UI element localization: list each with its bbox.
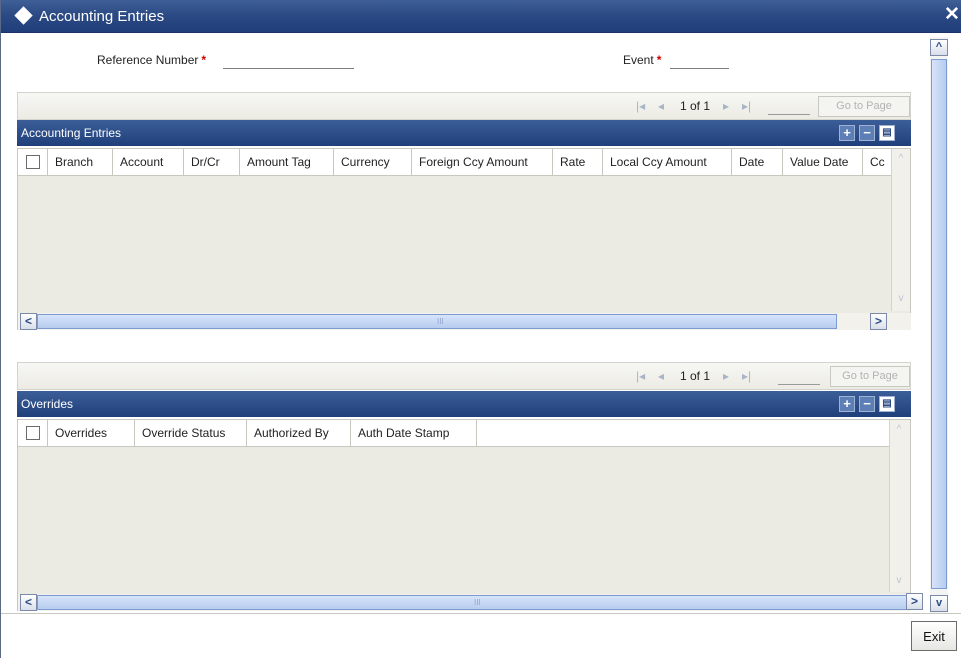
column-header-local-ccy-amount[interactable]: Local Ccy Amount — [603, 149, 732, 176]
page-scroll-down-icon[interactable]: v — [930, 595, 948, 612]
accounting-entries-pager: |◂ ◂ 1 of 1 ▸ ▸| Go to Page — [17, 92, 911, 120]
required-marker: * — [201, 53, 207, 67]
column-header-branch[interactable]: Branch — [48, 149, 113, 176]
event-input[interactable] — [670, 51, 729, 69]
page-indicator: 1 of 1 — [680, 369, 711, 383]
column-header-foreign-ccy-amount[interactable]: Foreign Ccy Amount — [412, 149, 553, 176]
page-number-input[interactable] — [768, 98, 810, 115]
last-page-icon[interactable]: ▸| — [742, 99, 751, 113]
column-header-override-status[interactable]: Override Status — [135, 420, 247, 447]
next-page-icon[interactable]: ▸ — [723, 369, 729, 383]
reference-number-label-text: Reference Number — [97, 53, 199, 67]
grid-title: Overrides — [21, 397, 74, 411]
scroll-down-icon[interactable]: v — [891, 573, 907, 589]
add-row-icon[interactable]: + — [839, 125, 855, 141]
select-all-checkbox[interactable] — [26, 426, 40, 440]
accounting-entries-vertical-scrollbar[interactable]: ^ v — [891, 149, 910, 311]
exit-button[interactable]: Exit — [911, 621, 957, 651]
column-header-date[interactable]: Date — [732, 149, 783, 176]
first-page-icon[interactable]: |◂ — [636, 99, 645, 113]
window-title: Accounting Entries — [39, 8, 165, 25]
last-page-icon[interactable]: ▸| — [742, 369, 751, 383]
horizontal-scroll-thumb[interactable]: III — [37, 314, 837, 329]
page-scroll-up-icon[interactable]: ^ — [930, 39, 948, 56]
footer-bar — [1, 613, 961, 658]
scroll-right-icon[interactable]: > — [906, 593, 923, 610]
column-header-dr-cr[interactable]: Dr/Cr — [184, 149, 240, 176]
overrides-pager: |◂ ◂ 1 of 1 ▸ ▸| Go to Page — [17, 362, 911, 390]
delete-row-icon[interactable]: − — [859, 396, 875, 412]
go-to-page-button[interactable]: Go to Page — [830, 366, 910, 387]
event-label-text: Event — [623, 53, 654, 67]
column-header-row: Overrides Override Status Authorized By … — [18, 420, 889, 447]
previous-page-icon[interactable]: ◂ — [658, 99, 664, 113]
close-icon[interactable]: ✕ — [944, 4, 961, 26]
select-all-checkbox[interactable] — [26, 155, 40, 169]
overrides-grid: Overrides Override Status Authorized By … — [17, 419, 911, 611]
select-all-cell — [18, 149, 48, 176]
overrides-horizontal-scrollbar[interactable]: < III — [18, 594, 911, 611]
column-header-rate[interactable]: Rate — [553, 149, 603, 176]
scroll-up-icon[interactable]: ^ — [891, 422, 907, 438]
column-header-authorized-by[interactable]: Authorized By — [247, 420, 351, 447]
column-header-truncated[interactable]: Cc — [863, 149, 891, 176]
scroll-left-icon[interactable]: < — [20, 594, 37, 611]
select-all-cell — [18, 420, 48, 447]
column-header-amount-tag[interactable]: Amount Tag — [240, 149, 334, 176]
scroll-down-icon[interactable]: v — [893, 291, 909, 307]
accounting-entries-grid: Branch Account Dr/Cr Amount Tag Currency… — [17, 148, 911, 330]
single-view-icon[interactable]: ▤ — [879, 125, 895, 141]
scroll-right-icon[interactable]: > — [870, 313, 887, 330]
column-header-account[interactable]: Account — [113, 149, 184, 176]
overrides-grid-header: Overrides + − ▤ — [17, 391, 911, 417]
go-to-page-button[interactable]: Go to Page — [818, 96, 910, 117]
column-header-row: Branch Account Dr/Cr Amount Tag Currency… — [18, 149, 891, 176]
page-number-input[interactable] — [778, 368, 820, 385]
previous-page-icon[interactable]: ◂ — [658, 369, 664, 383]
column-header-auth-date-stamp[interactable]: Auth Date Stamp — [351, 420, 477, 447]
next-page-icon[interactable]: ▸ — [723, 99, 729, 113]
scroll-up-icon[interactable]: ^ — [893, 151, 909, 167]
scroll-grip: III — [437, 317, 444, 326]
accounting-entries-grid-header: Accounting Entries + − ▤ — [17, 120, 911, 146]
scroll-left-icon[interactable]: < — [20, 313, 37, 330]
grid-title: Accounting Entries — [21, 126, 122, 140]
accounting-entries-window: Accounting Entries ✕ Reference Number * E… — [0, 0, 961, 658]
scroll-grip: III — [474, 598, 481, 607]
overrides-vertical-scrollbar[interactable]: ^ v — [889, 420, 910, 592]
single-view-icon[interactable]: ▤ — [879, 396, 895, 412]
delete-row-icon[interactable]: − — [859, 125, 875, 141]
diamond-icon — [14, 6, 33, 25]
first-page-icon[interactable]: |◂ — [636, 369, 645, 383]
event-label: Event * — [623, 53, 661, 67]
required-marker: * — [656, 53, 662, 67]
column-header-value-date[interactable]: Value Date — [783, 149, 863, 176]
column-header-currency[interactable]: Currency — [334, 149, 412, 176]
add-row-icon[interactable]: + — [839, 396, 855, 412]
reference-number-input[interactable] — [223, 51, 354, 69]
page-scroll-thumb[interactable] — [931, 59, 947, 589]
horizontal-scroll-thumb[interactable]: III — [37, 595, 911, 610]
page-vertical-scrollbar[interactable]: ^ v — [930, 37, 948, 613]
page-indicator: 1 of 1 — [680, 99, 711, 113]
column-header-overrides[interactable]: Overrides — [48, 420, 135, 447]
reference-number-label: Reference Number * — [97, 53, 206, 67]
title-bar: Accounting Entries ✕ — [1, 0, 961, 33]
accounting-entries-horizontal-scrollbar[interactable]: < III > — [18, 313, 911, 330]
